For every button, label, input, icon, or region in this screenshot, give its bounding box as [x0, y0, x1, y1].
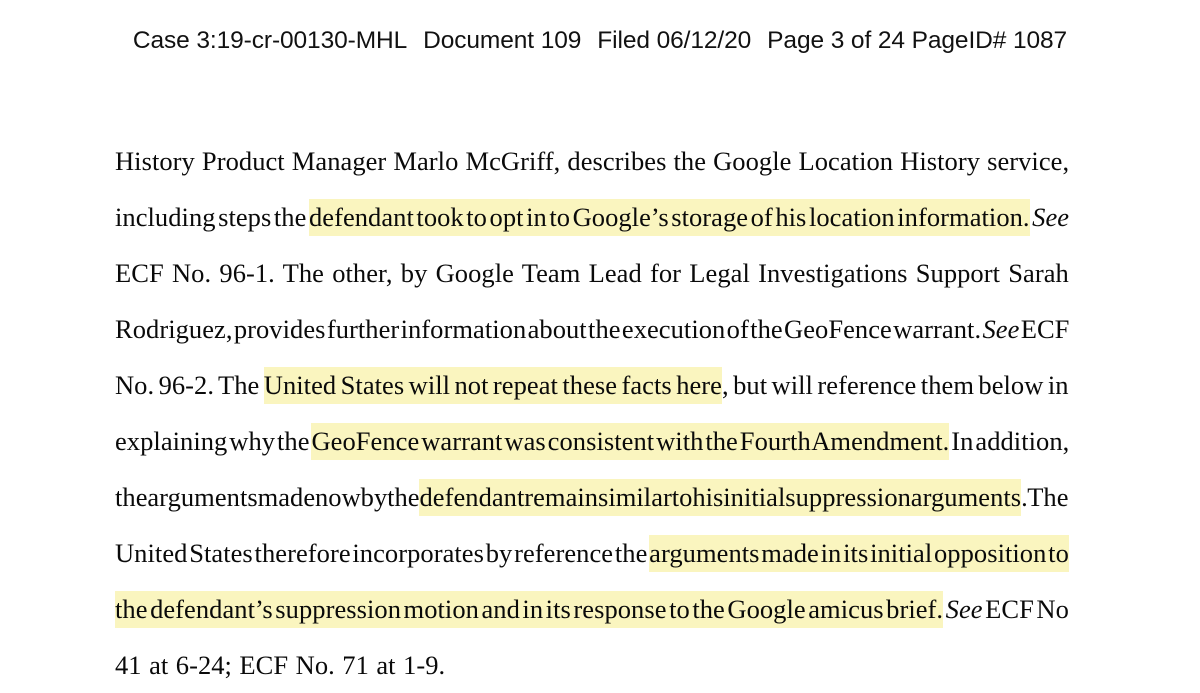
document-body: History Product Manager Marlo McGriff, d… — [115, 133, 1069, 693]
body-text: ECF No — [982, 594, 1069, 624]
document-line: ECF No. 96-1. The other, by Google Team … — [115, 245, 1069, 301]
document-line: History Product Manager Marlo McGriff, d… — [115, 133, 1069, 189]
highlighted-text: defendant took to opt in to Google’s sto… — [308, 199, 1030, 236]
body-text: In addition, — [949, 426, 1070, 456]
document-page: Case 3:19-cr-00130-MHL Document 109 Filed … — [0, 0, 1200, 690]
document-line: United States therefore incorporates by … — [115, 525, 1069, 581]
body-text: No. 96-2. The — [115, 370, 264, 400]
italic-citation-text: See — [1032, 202, 1070, 232]
document-line: Rodriguez, provides further information … — [115, 301, 1069, 357]
highlighted-text: GeoFence warrant was consistent with the… — [311, 423, 950, 460]
body-text: the arguments made now by the — [115, 482, 420, 512]
header-filed-date: Filed 06/12/20 — [597, 27, 752, 54]
header-page-id: Page 3 of 24 PageID# 1087 — [767, 27, 1068, 54]
document-line: the defendant’s suppression motion and i… — [115, 581, 1069, 637]
highlighted-text: arguments made in its initial opposition… — [649, 535, 1069, 572]
body-text: History Product Manager Marlo McGriff, d… — [115, 146, 1070, 176]
body-text: ECF — [1019, 314, 1070, 344]
highlighted-text: defendant remain similar to his initial … — [419, 479, 1022, 516]
ecf-header-stamp: Case 3:19-cr-00130-MHL Document 109 Filed … — [0, 27, 1200, 55]
document-line: No. 96-2. The United States will not rep… — [115, 357, 1069, 413]
italic-citation-text: See — [982, 314, 1020, 344]
highlighted-text: the defendant’s suppression motion and i… — [115, 591, 944, 628]
highlighted-text: United States will not repeat these fact… — [263, 367, 722, 404]
document-line: 41 at 6-24; ECF No. 71 at 1-9. — [115, 637, 1069, 693]
italic-citation-text: See — [945, 594, 983, 624]
header-case-number: Case 3:19-cr-00130-MHL — [132, 27, 408, 54]
document-line: explaining why the GeoFence warrant was … — [115, 413, 1069, 469]
body-text: Rodriguez, provides further information … — [115, 314, 982, 344]
body-text: ECF No. 96-1. The other, by Google Team … — [115, 258, 1069, 288]
body-text: . The — [1021, 482, 1069, 512]
body-text: including steps the — [115, 202, 309, 232]
body-text: explaining why the — [115, 426, 312, 456]
body-text: United States therefore incorporates by … — [115, 538, 650, 568]
document-line: including steps the defendant took to op… — [115, 189, 1069, 245]
body-text: , but will reference them below in — [722, 370, 1069, 400]
body-text: 41 at 6-24; ECF No. 71 at 1-9. — [115, 650, 446, 680]
header-document-number: Document 109 — [423, 27, 582, 54]
document-line: the arguments made now by the defendant … — [115, 469, 1069, 525]
